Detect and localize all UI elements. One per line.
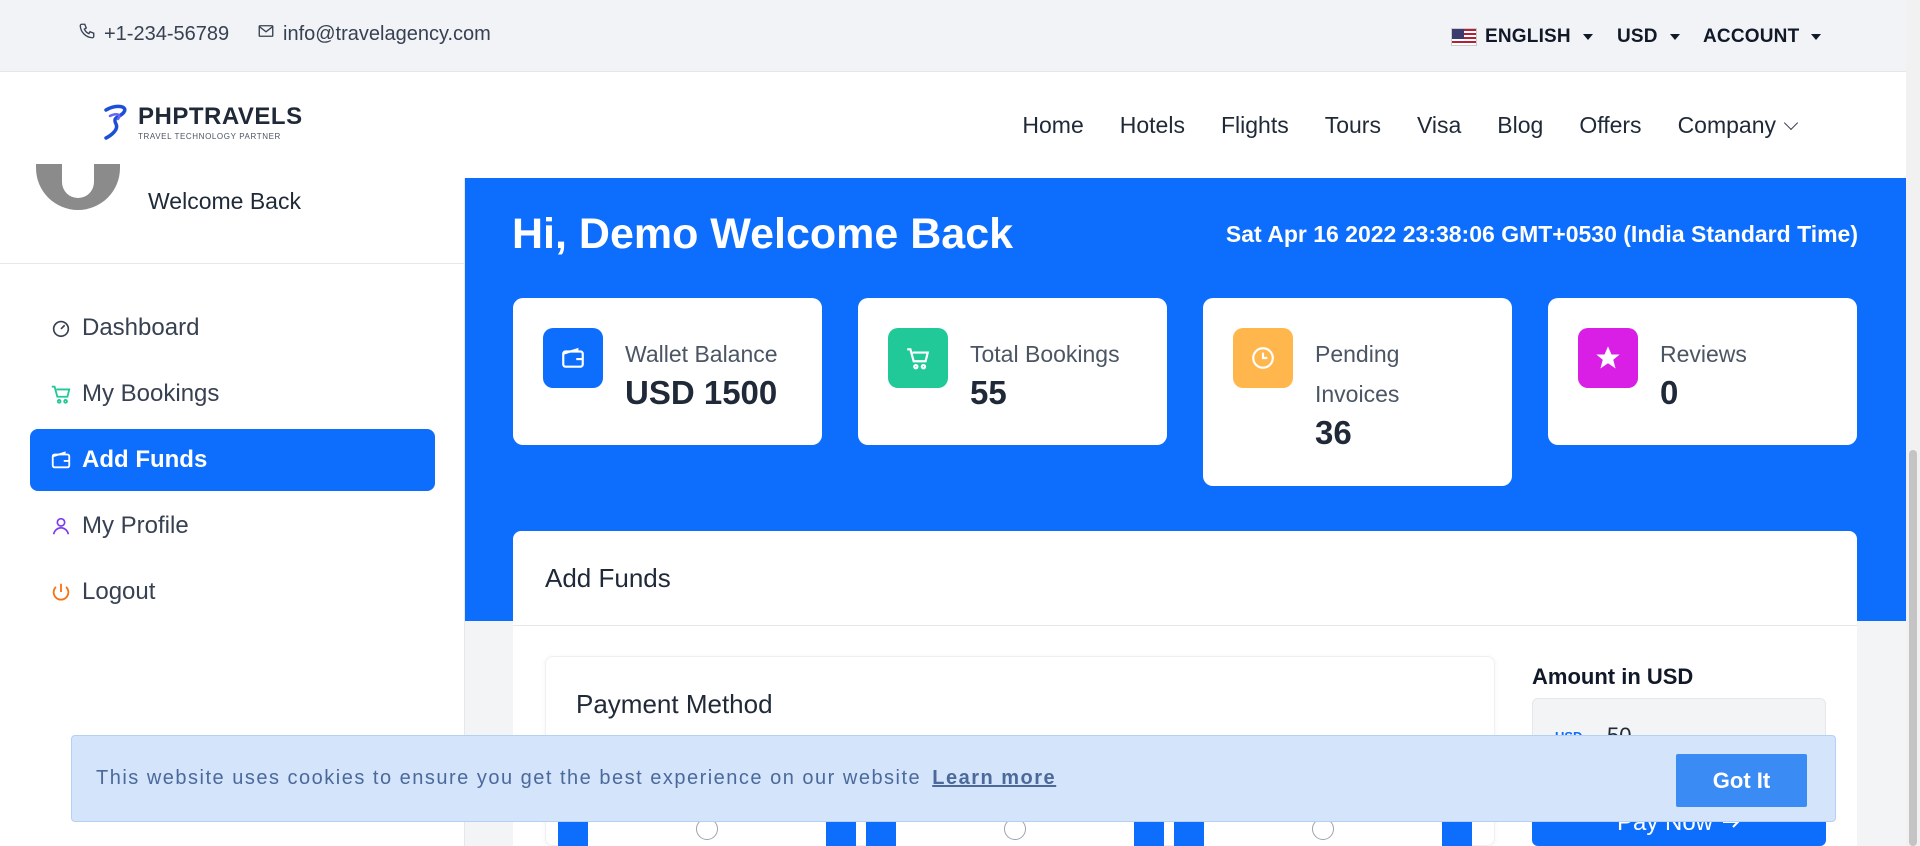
email-address: info@travelagency.com xyxy=(283,22,491,45)
user-icon xyxy=(50,515,72,537)
sidebar-welcome: Welcome Back xyxy=(148,188,301,214)
sidebar-item-add-funds[interactable]: Add Funds xyxy=(30,429,435,491)
sidebar-item-label: Dashboard xyxy=(82,314,200,341)
clock-icon xyxy=(1233,328,1293,388)
scrollbar-thumb[interactable] xyxy=(1909,450,1917,846)
sidebar-item-label: Logout xyxy=(82,578,156,605)
nav-visa[interactable]: Visa xyxy=(1417,112,1461,139)
stat-value: 0 xyxy=(1660,374,1679,411)
stat-card-wallet: Wallet Balance USD 1500 xyxy=(513,298,822,445)
sidebar-item-label: My Profile xyxy=(82,512,189,539)
sidebar-item-logout[interactable]: Logout xyxy=(30,561,435,623)
greeting-title: Hi, Demo Welcome Back xyxy=(512,210,1014,258)
stat-value: 36 xyxy=(1315,414,1352,451)
currency-label: USD xyxy=(1617,26,1658,47)
learn-more-link[interactable]: Learn more xyxy=(932,767,1056,789)
cart-icon xyxy=(50,383,72,405)
nav-company-label: Company xyxy=(1677,112,1776,138)
cookie-message: This website uses cookies to ensure you … xyxy=(96,767,1056,790)
logo-subtitle: TRAVEL TECHNOLOGY PARTNER xyxy=(138,132,281,141)
main-header: PHPTRAVELS TRAVEL TECHNOLOGY PARTNER Hom… xyxy=(0,72,1920,178)
sidebar-item-my-bookings[interactable]: My Bookings xyxy=(30,363,435,425)
power-icon xyxy=(50,581,72,603)
cart-icon xyxy=(888,328,948,388)
top-bar: +1-234-56789 info@travelagency.com ENGLI… xyxy=(0,0,1920,72)
phone-icon xyxy=(78,22,96,46)
stat-label: Total Bookings xyxy=(970,341,1120,367)
nav-flights[interactable]: Flights xyxy=(1221,112,1289,139)
sidebar-item-label: My Bookings xyxy=(82,380,220,407)
payment-method-title: Payment Method xyxy=(576,689,773,719)
sidebar-item-dashboard[interactable]: Dashboard xyxy=(30,297,435,359)
account-dropdown[interactable]: ACCOUNT xyxy=(1703,26,1822,48)
logo-title: PHPTRAVELS xyxy=(138,103,303,130)
nav-home[interactable]: Home xyxy=(1022,112,1083,139)
language-label: ENGLISH xyxy=(1485,26,1571,47)
avatar xyxy=(36,164,120,210)
nav-blog[interactable]: Blog xyxy=(1497,112,1543,139)
current-datetime: Sat Apr 16 2022 23:38:06 GMT+0530 (India… xyxy=(1225,221,1858,247)
got-it-button[interactable]: Got It xyxy=(1676,754,1807,807)
gauge-icon xyxy=(50,317,72,339)
phone-number: +1-234-56789 xyxy=(104,22,230,45)
phone-contact[interactable]: +1-234-56789 xyxy=(78,22,229,46)
main-nav: Home Hotels Flights Tours Visa Blog Offe… xyxy=(1022,112,1799,139)
panel-divider xyxy=(513,625,1857,626)
stat-card-bookings: Total Bookings 55 xyxy=(858,298,1167,445)
chevron-down-icon xyxy=(1783,115,1799,130)
nav-offers[interactable]: Offers xyxy=(1579,112,1641,139)
logo-mark-icon xyxy=(102,102,132,142)
stat-label: Reviews xyxy=(1660,341,1747,367)
wallet-icon xyxy=(543,328,603,388)
caret-down-icon xyxy=(1582,34,1593,40)
sidebar-divider xyxy=(0,263,465,264)
nav-hotels[interactable]: Hotels xyxy=(1120,112,1185,139)
sidebar-item-label: Add Funds xyxy=(82,446,208,473)
us-flag-icon xyxy=(1451,28,1477,46)
email-contact[interactable]: info@travelagency.com xyxy=(257,22,491,46)
stat-card-reviews: Reviews 0 xyxy=(1548,298,1857,445)
cookie-text: This website uses cookies to ensure you … xyxy=(96,767,922,789)
stat-value: 55 xyxy=(970,374,1007,411)
stat-label: Pending Invoices xyxy=(1315,341,1400,407)
caret-down-icon xyxy=(1669,34,1680,40)
nav-company[interactable]: Company xyxy=(1677,112,1799,139)
stat-label: Wallet Balance xyxy=(625,341,778,367)
cookie-banner: This website uses cookies to ensure you … xyxy=(71,735,1836,822)
stat-card-invoices: Pending Invoices 36 xyxy=(1203,298,1512,486)
stat-value: USD 1500 xyxy=(625,374,778,411)
amount-label: Amount in USD xyxy=(1532,664,1694,689)
mail-icon xyxy=(257,22,275,46)
page-scrollbar[interactable] xyxy=(1906,0,1920,846)
nav-tours[interactable]: Tours xyxy=(1325,112,1381,139)
star-icon xyxy=(1578,328,1638,388)
account-label: ACCOUNT xyxy=(1703,26,1800,47)
logo[interactable]: PHPTRAVELS TRAVEL TECHNOLOGY PARTNER xyxy=(102,102,303,142)
language-dropdown[interactable]: ENGLISH xyxy=(1451,26,1593,48)
sidebar-item-my-profile[interactable]: My Profile xyxy=(30,495,435,557)
wallet-icon xyxy=(50,449,72,471)
panel-title: Add Funds xyxy=(545,563,671,593)
currency-dropdown[interactable]: USD xyxy=(1617,26,1680,48)
caret-down-icon xyxy=(1811,34,1822,40)
